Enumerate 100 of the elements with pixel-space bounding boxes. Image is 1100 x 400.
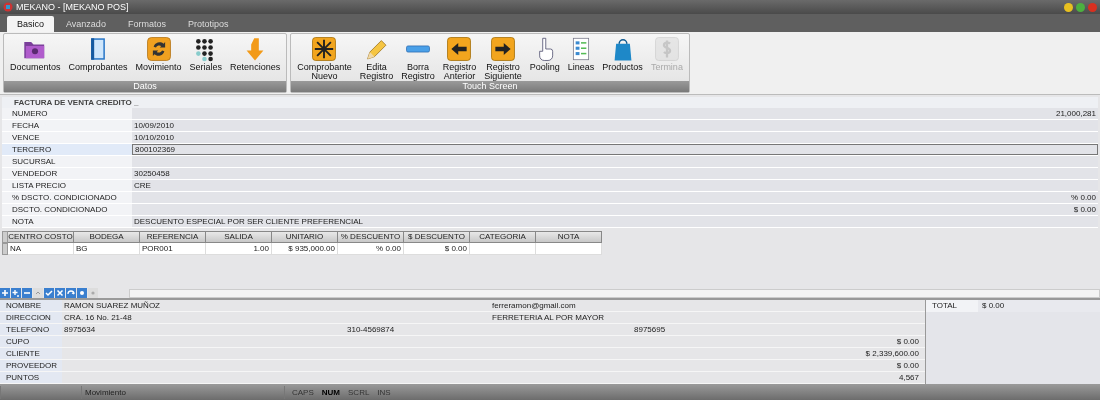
ribbon-button[interactable]: Edita Registro [356, 34, 397, 81]
maximize-button[interactable] [1076, 2, 1085, 12]
table-cell: BG [74, 243, 140, 255]
field-value: 4,567 [897, 372, 920, 383]
field-value: RAMON SUAREZ MUÑOZ [63, 300, 161, 311]
field-label: VENCE [2, 132, 132, 143]
table-cell: $ 935,000.00 [272, 243, 338, 255]
input-field[interactable]: 21,000,281 [132, 108, 1098, 119]
total-value: $ 0.00 [978, 300, 1100, 312]
table-cell: % 0.00 [338, 243, 404, 255]
field-value: ferreramon@gmail.com [491, 300, 577, 311]
input-field[interactable]: $ 0.00 [132, 204, 1098, 215]
group-label: Datos [4, 81, 287, 92]
close-icon[interactable] [55, 288, 65, 298]
input-field[interactable]: 10/10/2010 [132, 132, 1098, 143]
ribbon-button[interactable]: Pooling [526, 34, 563, 81]
field-label: PUNTOS [0, 372, 62, 383]
redo-icon[interactable] [66, 288, 76, 298]
column-header[interactable]: NOTA [536, 231, 602, 243]
column-header[interactable]: SALIDA [206, 231, 272, 243]
column-header[interactable]: REFERENCIA [140, 231, 206, 243]
column-header[interactable]: % DESCUENTO [338, 231, 404, 243]
ribbon-button[interactable]: Lineas [564, 34, 598, 81]
field-label: VENDEDOR [2, 168, 132, 179]
field-label: SUCURSAL [2, 156, 132, 167]
field-value: 8975695 [633, 324, 667, 335]
column-header[interactable]: BODEGA [74, 231, 140, 243]
field-label: NUMERO [2, 108, 132, 119]
status-text: Movimiento [85, 387, 126, 397]
plus-icon[interactable] [0, 288, 10, 298]
input-field[interactable]: CRE [132, 180, 1098, 191]
app-icon [3, 2, 13, 12]
ribbon-button[interactable]: Productos [599, 34, 646, 81]
key-indicator: NUM [320, 387, 341, 397]
field-label: TELEFONO [0, 324, 62, 335]
field-label: NOMBRE [0, 300, 62, 311]
column-header[interactable]: CATEGORIA [470, 231, 536, 243]
input-field[interactable]: 30250458 [132, 168, 1098, 179]
field-label: TERCERO [2, 144, 132, 155]
field-value: 8975634 [63, 324, 97, 335]
cycle-arrows-icon [145, 36, 172, 62]
input-field[interactable]: 800102369 [132, 144, 1098, 155]
dollar-icon [653, 36, 680, 62]
ribbon-button[interactable]: Registro Siguiente [481, 34, 525, 81]
field-value: $ 0.00 [895, 336, 920, 347]
ribbon-button[interactable]: Documentos [7, 34, 64, 81]
field-label: CLIENTE [0, 348, 62, 359]
field-label: % DSCTO. CONDICIONADO [2, 192, 132, 203]
field-label: DSCTO. CONDICIONADO [2, 204, 132, 215]
key-indicator: CAPS [291, 387, 315, 397]
key-indicator: SCRL [347, 387, 371, 397]
ribbon-tab[interactable]: Avanzado [56, 16, 116, 32]
input-field[interactable] [132, 156, 1098, 167]
field-value: CRA. 16 No. 21-48 [63, 312, 133, 323]
field-value: $ 2,339,600.00 [864, 348, 920, 359]
field-label: PROVEEDOR [0, 360, 62, 371]
field-label: CUPO [0, 336, 62, 347]
starburst-icon [311, 36, 338, 62]
field-value: $ 0.00 [895, 360, 920, 371]
ribbon-tab[interactable]: Formatos [117, 16, 176, 32]
field-value: 310-4569874 [346, 324, 396, 335]
horizontal-scrollbar[interactable] [129, 288, 1100, 298]
field-value: FERRETERIA AL POR MAYOR [491, 312, 606, 323]
check-icon[interactable] [44, 288, 54, 298]
field-label: NOTA [2, 216, 132, 227]
field-label: FECHA [2, 120, 132, 131]
ribbon-button[interactable]: Movimiento [132, 34, 185, 81]
minus-icon[interactable] [22, 288, 32, 298]
key-indicator: INS [376, 387, 392, 397]
ribbon-button[interactable]: Retenciones [227, 34, 284, 81]
field-label: DIRECCION [0, 312, 62, 323]
close-button[interactable] [1088, 2, 1097, 12]
ribbon-button[interactable]: Borra Registro [398, 34, 438, 81]
column-header[interactable]: $ DESCUENTO [404, 231, 470, 243]
table-cell: POR001 [140, 243, 206, 255]
minimize-button[interactable] [1064, 2, 1073, 12]
group-label: Touch Screen [291, 81, 689, 92]
grid-corner [2, 231, 8, 243]
table-cell: NA [8, 243, 74, 255]
input-field[interactable]: 10/09/2010 [132, 120, 1098, 131]
input-field[interactable]: DESCUENTO ESPECIAL POR SER CLIENTE PREFERENCIAL [132, 216, 1098, 227]
window-title: MEKANO - [MEKANO POS] [16, 2, 130, 12]
ribbon-button[interactable]: Comprobantes [65, 34, 131, 81]
column-header[interactable]: CENTRO COSTO [8, 231, 74, 243]
input-field[interactable]: % 0.00 [132, 192, 1098, 203]
table-cell [536, 243, 602, 255]
ribbon-button[interactable]: Comprobante Nuevo [294, 34, 355, 81]
ribbon-button[interactable]: Seriales [186, 34, 226, 81]
table-cell: 1.00 [206, 243, 272, 255]
row-indicator[interactable] [2, 243, 8, 255]
up-caret-icon[interactable] [33, 288, 43, 298]
plus-icon[interactable] [11, 288, 21, 298]
total-label: TOTAL [926, 300, 978, 312]
ribbon-tab[interactable]: Prototipos [177, 16, 239, 32]
table-cell: $ 0.00 [404, 243, 470, 255]
column-header[interactable]: UNITARIO [272, 231, 338, 243]
ribbon-button[interactable]: Registro Anterior [439, 34, 480, 81]
ribbon-tab[interactable]: Basico [7, 16, 54, 32]
table-cell [470, 243, 536, 255]
field-label: LISTA PRECIO [2, 180, 132, 191]
